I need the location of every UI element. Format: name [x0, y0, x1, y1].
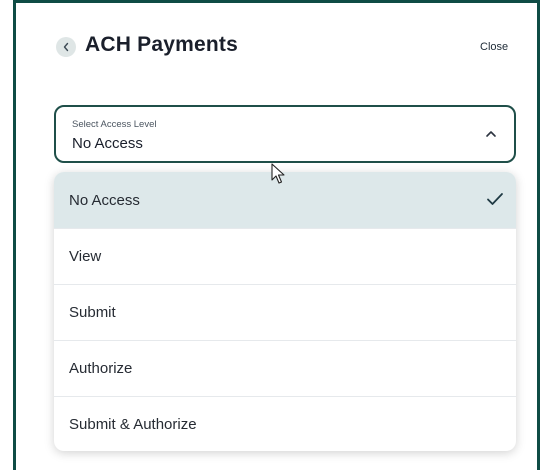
access-level-select[interactable]: Select Access Level No Access	[54, 105, 516, 163]
menu-item-label: Authorize	[69, 360, 133, 377]
menu-item-submit-authorize[interactable]: Submit & Authorize	[54, 396, 516, 451]
select-label: Select Access Level	[72, 119, 157, 130]
menu-item-no-access[interactable]: No Access	[54, 172, 516, 228]
menu-item-view[interactable]: View	[54, 228, 516, 284]
menu-item-label: View	[69, 248, 102, 265]
chevron-left-icon	[63, 42, 69, 52]
back-button[interactable]	[56, 37, 76, 57]
menu-item-label: No Access	[69, 191, 140, 209]
check-icon	[487, 193, 503, 205]
menu-item-label: Submit	[69, 304, 116, 321]
close-button[interactable]: Close	[480, 41, 508, 53]
chevron-up-icon[interactable]	[484, 127, 498, 141]
menu-item-label: Submit & Authorize	[69, 416, 197, 433]
page-title: ACH Payments	[85, 33, 238, 56]
access-level-menu: No Access View Submit Authorize Submit &…	[54, 172, 516, 451]
menu-item-authorize[interactable]: Authorize	[54, 340, 516, 396]
select-value: No Access	[72, 135, 143, 152]
menu-item-submit[interactable]: Submit	[54, 284, 516, 340]
